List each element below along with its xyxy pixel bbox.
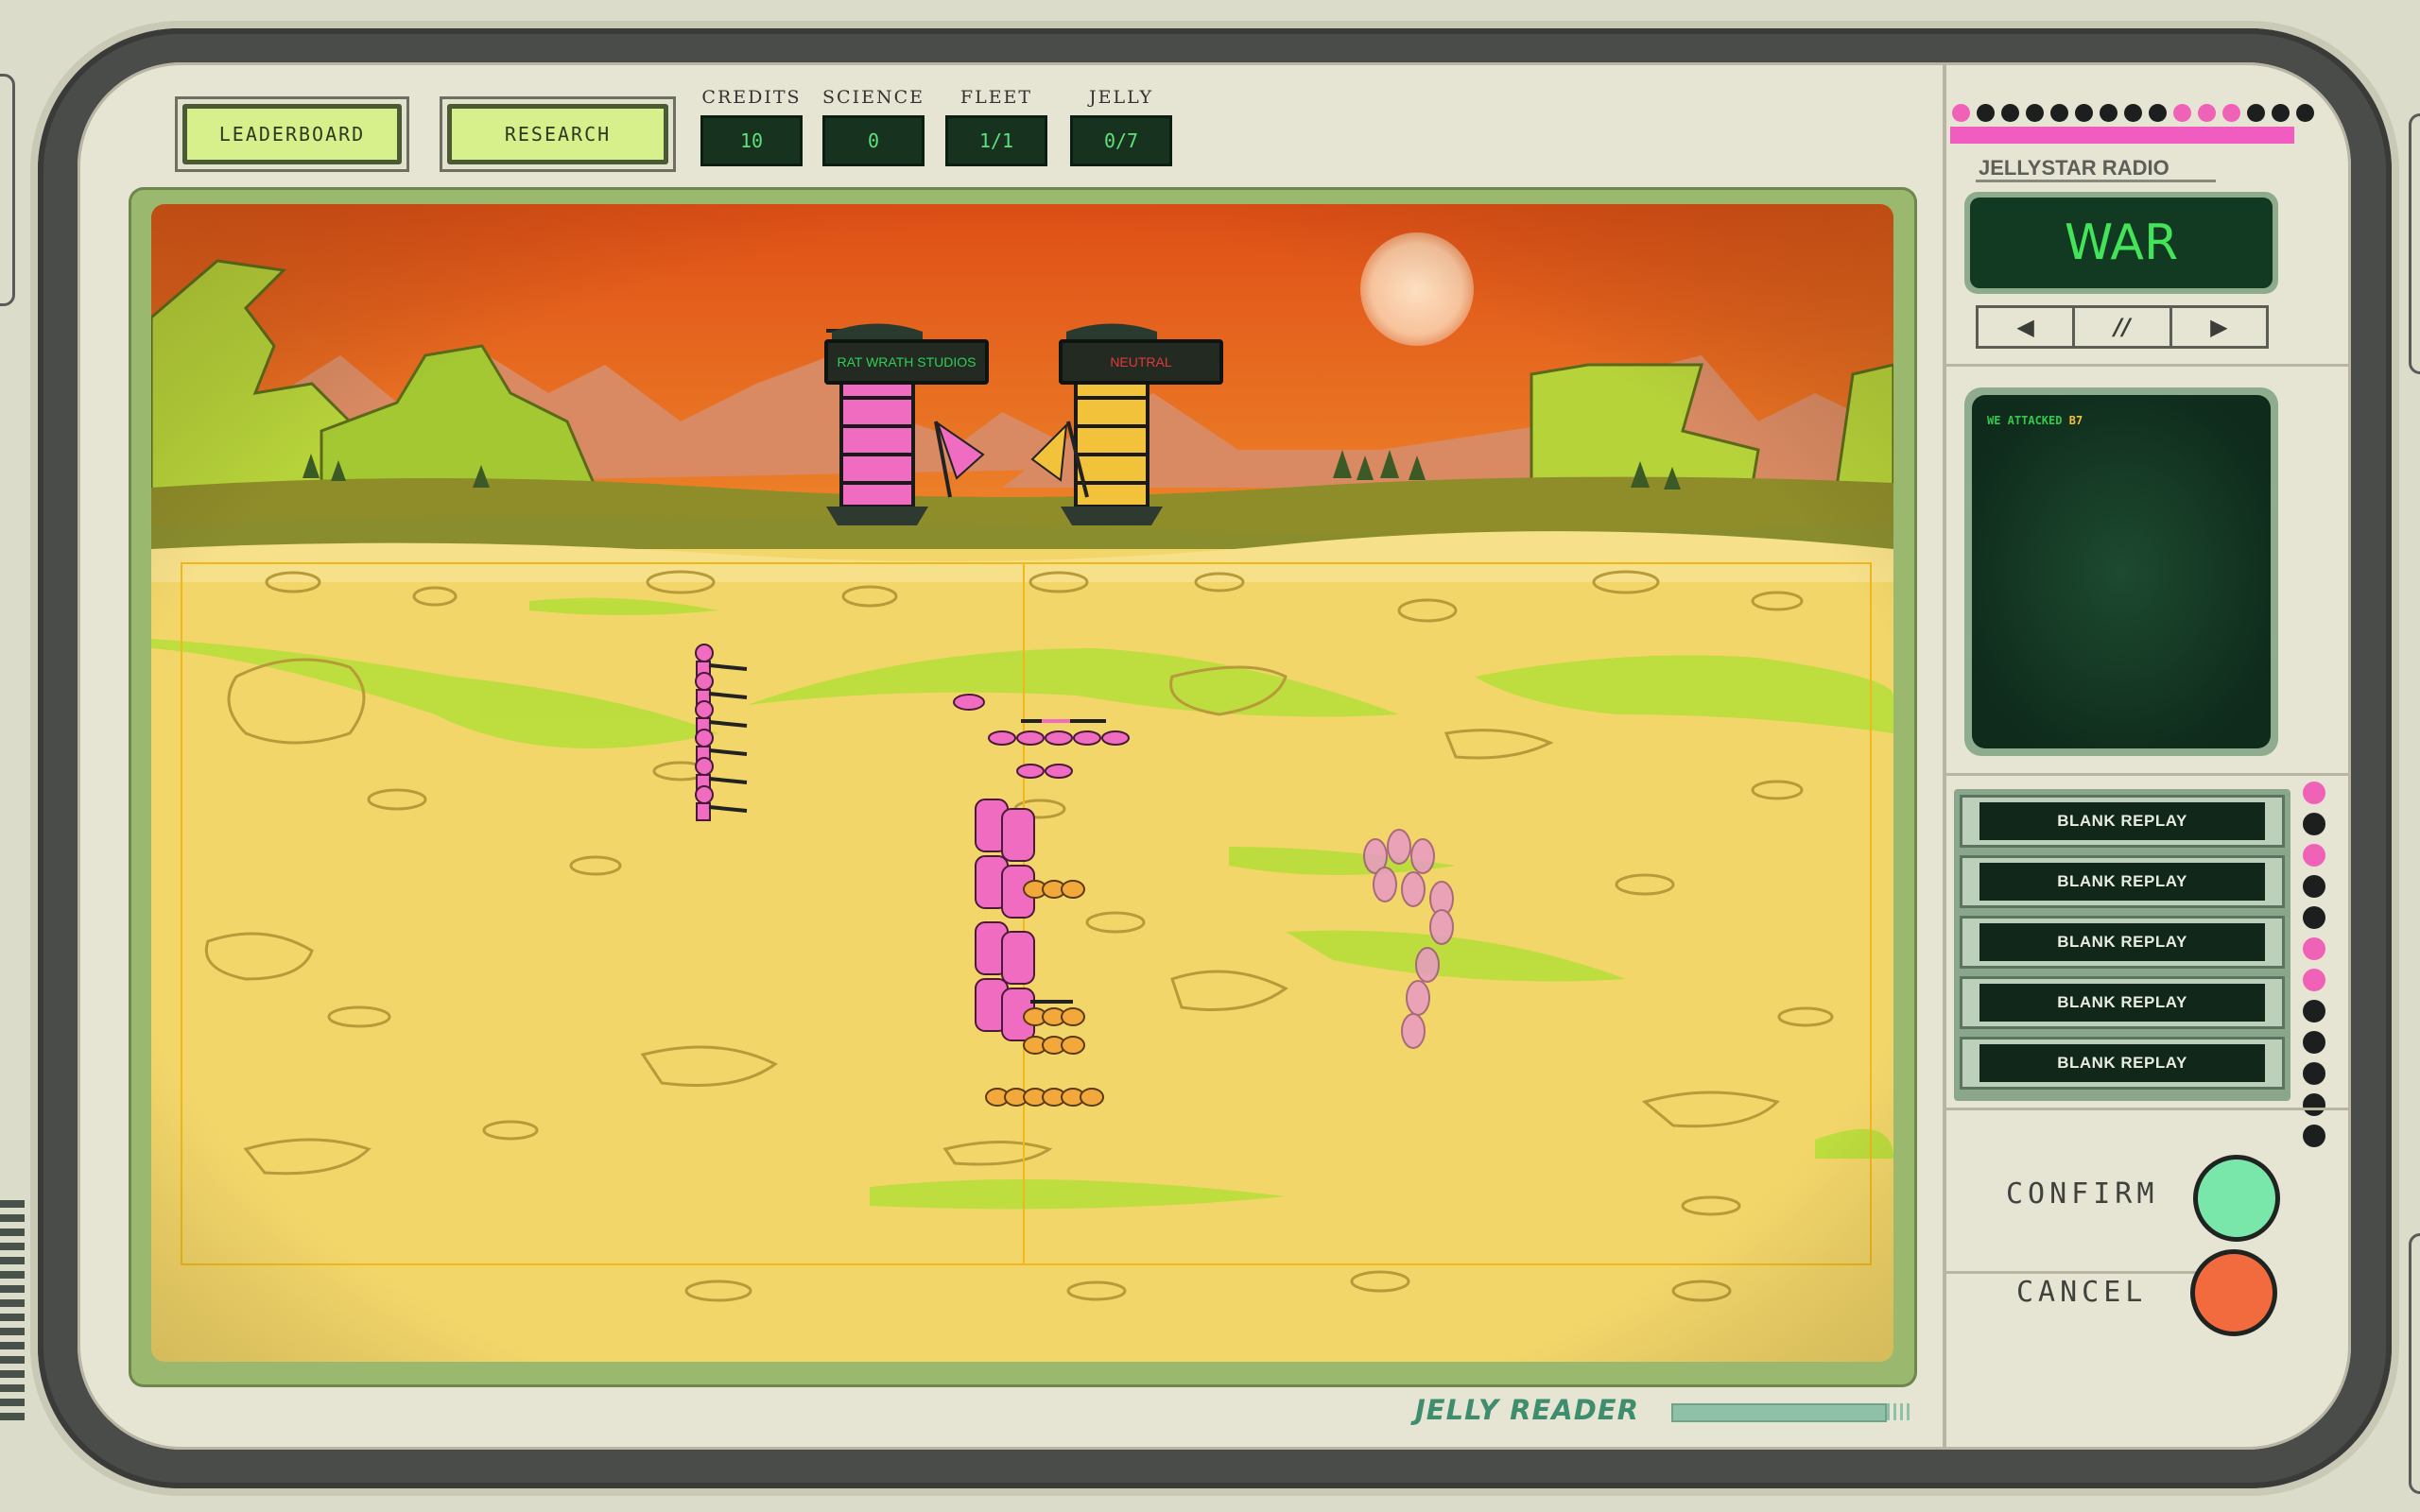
replay-slot[interactable]: BLANK REPLAY xyxy=(1960,855,2285,908)
event-log: WE ATTACKED B7 xyxy=(1964,387,2278,756)
indicator-dot xyxy=(2272,104,2290,122)
credits-label: CREDITS xyxy=(701,87,802,108)
confirm-button[interactable] xyxy=(2193,1155,2280,1242)
tower-rat-wrath-label: RAT WRATH STUDIOS xyxy=(824,339,989,385)
tower-rat-wrath-owner: RAT WRATH STUDIOS xyxy=(837,354,977,369)
research-button[interactable]: RESEARCH xyxy=(440,96,676,172)
replay-list: BLANK REPLAY BLANK REPLAY BLANK REPLAY B… xyxy=(1954,789,2290,1101)
replay-label: BLANK REPLAY xyxy=(1979,802,2265,840)
jelly-label: JELLY xyxy=(1088,87,1154,108)
event-log-screen: WE ATTACKED B7 xyxy=(1972,395,2271,748)
panel-divider xyxy=(1943,62,1946,1450)
jelly-stat: JELLY 0/7 xyxy=(1070,87,1172,166)
replay-slot[interactable]: BLANK REPLAY xyxy=(1960,1037,2285,1090)
speaker-grille xyxy=(0,1200,25,1427)
replay-label: BLANK REPLAY xyxy=(1979,984,2265,1022)
indicator-dot xyxy=(2222,104,2240,122)
fleet-value: 1/1 xyxy=(945,115,1047,166)
indicator-dot xyxy=(2303,969,2325,991)
confirm-label: CONFIRM xyxy=(2006,1177,2159,1211)
indicator-dot xyxy=(2303,1125,2325,1147)
indicator-dot xyxy=(2303,813,2325,835)
replay-label: BLANK REPLAY xyxy=(1979,863,2265,901)
tower-neutral-owner: NEUTRAL xyxy=(1110,354,1172,369)
indicator-dots xyxy=(1952,104,2314,122)
panel-separator xyxy=(1946,364,2351,367)
indicator-dot xyxy=(2026,104,2044,122)
replay-slot[interactable]: BLANK REPLAY xyxy=(1960,976,2285,1029)
credits-value: 10 xyxy=(700,115,803,166)
brand-ticks xyxy=(1887,1403,1913,1420)
indicator-dot xyxy=(2303,1093,2325,1116)
brand-bar xyxy=(1671,1403,1887,1422)
indicator-dot xyxy=(2303,844,2325,867)
radio-display: WAR xyxy=(1964,192,2278,294)
fleet-stat: FLEET 1/1 xyxy=(945,87,1047,166)
pause-icon[interactable]: // xyxy=(2075,308,2172,346)
leaderboard-label: LEADERBOARD xyxy=(182,104,402,164)
cancel-button[interactable] xyxy=(2190,1249,2277,1336)
research-label: RESEARCH xyxy=(447,104,668,164)
log-line-text: WE ATTACKED xyxy=(1987,414,2063,427)
indicator-dot xyxy=(2149,104,2167,122)
right-notch-bottom xyxy=(2409,1233,2420,1494)
science-label: SCIENCE xyxy=(822,87,925,108)
replay-slot[interactable]: BLANK REPLAY xyxy=(1960,916,2285,969)
panel-separator xyxy=(1946,1108,2351,1110)
indicator-dot xyxy=(2303,1000,2325,1022)
indicator-dot xyxy=(2303,875,2325,898)
indicator-dot xyxy=(2303,1062,2325,1085)
radio-title-underline xyxy=(1976,180,2216,182)
battlefield-view[interactable]: RAT WRATH STUDIOS NEUTRAL xyxy=(151,204,1893,1362)
left-notch xyxy=(0,74,15,306)
leaderboard-button[interactable]: LEADERBOARD xyxy=(175,96,409,172)
prev-icon[interactable]: ◀ xyxy=(1979,308,2076,346)
replay-slot[interactable]: BLANK REPLAY xyxy=(1960,795,2285,848)
indicator-dot xyxy=(2050,104,2068,122)
indicator-dot xyxy=(2124,104,2142,122)
replay-label: BLANK REPLAY xyxy=(1979,923,2265,961)
indicator-dot xyxy=(2100,104,2118,122)
panel-separator xyxy=(1946,773,2351,776)
radio-controls: ◀ // ▶ xyxy=(1976,305,2269,349)
indicator-dot xyxy=(2247,104,2265,122)
panel-separator xyxy=(1946,1271,2202,1274)
next-icon[interactable]: ▶ xyxy=(2172,308,2266,346)
tower-neutral-label: NEUTRAL xyxy=(1059,339,1223,385)
indicator-dot xyxy=(2303,782,2325,804)
indicator-dot xyxy=(2173,104,2191,122)
fleet-label: FLEET xyxy=(959,87,1033,108)
indicator-dot xyxy=(1952,104,1970,122)
indicator-dot xyxy=(2001,104,2019,122)
science-stat: SCIENCE 0 xyxy=(822,87,925,166)
replay-label: BLANK REPLAY xyxy=(1979,1044,2265,1082)
indicator-dot xyxy=(2303,906,2325,929)
indicator-dot xyxy=(2303,937,2325,960)
brand-logo: JELLY READER xyxy=(1415,1394,1639,1426)
indicator-dot xyxy=(2075,104,2093,122)
log-line-target: B7 xyxy=(2068,414,2083,427)
signal-bar xyxy=(1950,127,2294,144)
credits-stat: CREDITS 10 xyxy=(700,87,803,166)
right-notch-top xyxy=(2409,113,2420,374)
radio-station: WAR xyxy=(1970,198,2273,288)
replay-indicator-dots xyxy=(2303,782,2325,1147)
science-value: 0 xyxy=(822,115,925,166)
jelly-value: 0/7 xyxy=(1070,115,1172,166)
indicator-dot xyxy=(2296,104,2314,122)
indicator-dot xyxy=(1977,104,1995,122)
battlefield-scene xyxy=(151,204,1893,1362)
radio-title: JELLYSTAR RADIO xyxy=(1979,156,2169,180)
indicator-dot xyxy=(2303,1031,2325,1054)
indicator-dot xyxy=(2198,104,2216,122)
cancel-label: CANCEL xyxy=(2016,1276,2148,1309)
